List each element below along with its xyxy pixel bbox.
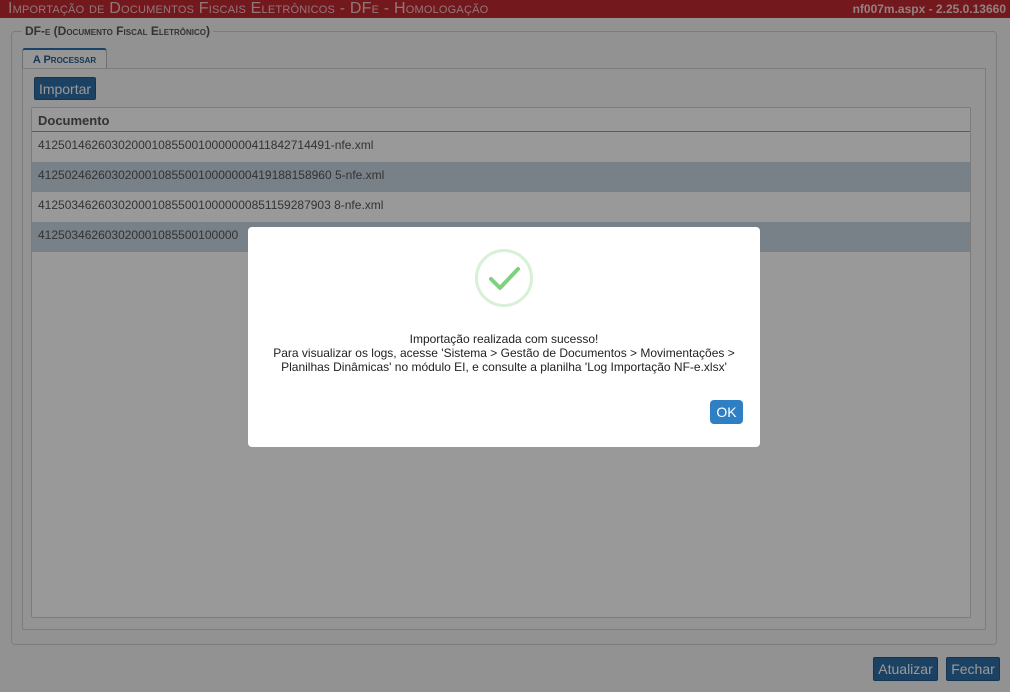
- success-dialog: Importação realizada com sucesso! Para v…: [248, 227, 760, 447]
- check-mark: [489, 267, 520, 290]
- dialog-message-line2: Para visualizar os logs, acesse 'Sistema…: [273, 346, 735, 374]
- ok-button[interactable]: OK: [710, 400, 743, 424]
- success-check-icon: [475, 249, 533, 307]
- dialog-message-line1: Importação realizada com sucesso!: [409, 332, 599, 346]
- dialog-message: Importação realizada com sucesso! Para v…: [258, 332, 750, 374]
